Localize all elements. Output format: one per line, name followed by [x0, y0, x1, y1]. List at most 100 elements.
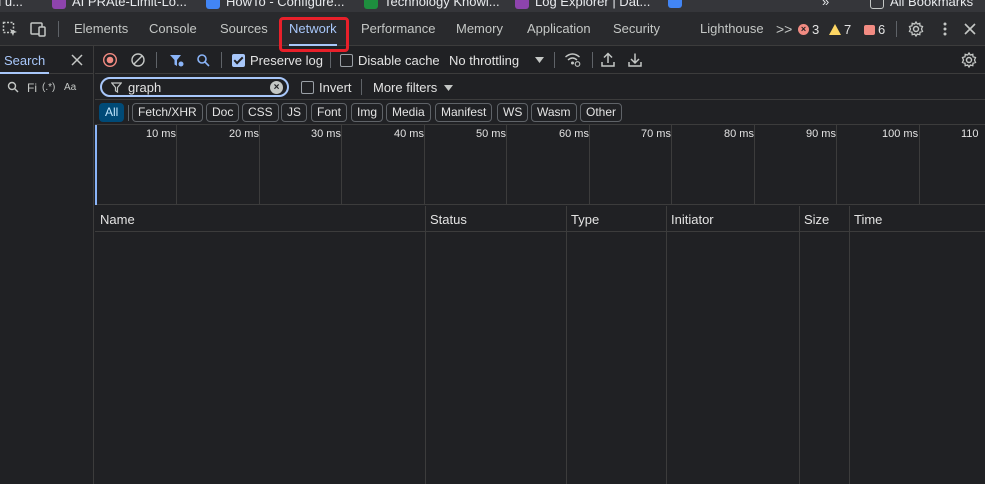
type-filter-media[interactable]: Media — [386, 103, 431, 122]
filter-input-box[interactable]: graph × — [100, 77, 289, 97]
column-header-size[interactable]: Size — [804, 212, 829, 227]
tab-memory[interactable]: Memory — [456, 12, 503, 46]
warning-count-badge[interactable]: 7 — [829, 22, 851, 37]
type-filter-fetch-xhr[interactable]: Fetch/XHR — [132, 103, 203, 122]
throttling-select[interactable]: No throttling — [449, 53, 519, 68]
column-divider[interactable] — [849, 206, 850, 484]
preserve-log-checkbox[interactable] — [232, 54, 245, 67]
column-header-type[interactable]: Type — [571, 212, 599, 227]
tab-application[interactable]: Application — [527, 12, 591, 46]
column-header-name[interactable]: Name — [100, 212, 135, 227]
settings-gear-icon[interactable] — [908, 21, 924, 37]
issues-count-badge[interactable]: 6 — [864, 22, 885, 37]
error-count-badge[interactable]: × 3 — [798, 22, 819, 37]
bookmark-item[interactable] — [668, 0, 682, 8]
bookmark-item[interactable]: AI PRAte-Limit-Lo... — [52, 0, 187, 9]
search-input[interactable]: Fi — [27, 81, 37, 95]
type-filter-other[interactable]: Other — [580, 103, 623, 122]
type-filter-doc[interactable]: Doc — [206, 103, 240, 122]
search-input-row: Fi (.*) Aa — [0, 74, 93, 102]
timeline-tick-label: 50 ms — [476, 128, 506, 140]
more-tabs-button[interactable]: >> — [776, 12, 792, 46]
error-icon: × — [798, 24, 809, 35]
column-divider[interactable] — [666, 206, 667, 484]
timeline-overview[interactable]: 10 ms 20 ms 30 ms 40 ms 50 ms 60 ms 70 m… — [95, 125, 985, 205]
type-filter-js[interactable]: JS — [281, 103, 308, 122]
bookmark-item[interactable]: Technology Knowl... — [364, 0, 500, 9]
chevron-down-icon[interactable] — [444, 85, 453, 91]
invert-label[interactable]: Invert — [319, 80, 352, 95]
bookmark-item[interactable]: HowTo - Configure... — [206, 0, 345, 9]
timeline-tick-label: 10 ms — [146, 128, 176, 140]
tab-elements[interactable]: Elements — [74, 12, 128, 46]
search-drawer: Search Fi (.*) Aa — [0, 46, 94, 484]
column-header-time[interactable]: Time — [854, 212, 882, 227]
timeline-gridline — [341, 125, 342, 205]
timeline-gridline — [671, 125, 672, 205]
filter-input[interactable]: graph — [128, 80, 161, 95]
preserve-log-label[interactable]: Preserve log — [250, 53, 323, 68]
type-filter-img[interactable]: Img — [351, 103, 384, 122]
match-case-toggle[interactable]: Aa — [64, 82, 76, 93]
more-filters-dropdown[interactable]: More filters — [373, 80, 437, 95]
type-filter-ws[interactable]: WS — [497, 103, 529, 122]
disable-cache-checkbox[interactable] — [340, 54, 353, 67]
clear-filter-icon[interactable]: × — [270, 81, 283, 94]
type-filter-font[interactable]: Font — [311, 103, 348, 122]
bookmark-item[interactable]: Log Explorer | Dat... — [515, 0, 650, 9]
search-icon[interactable] — [196, 53, 210, 67]
clear-log-icon[interactable] — [131, 53, 145, 67]
tab-console[interactable]: Console — [149, 12, 197, 46]
more-options-icon[interactable] — [937, 21, 953, 37]
disable-cache-label[interactable]: Disable cache — [358, 53, 440, 68]
timeline-tick-label: 100 ms — [882, 128, 919, 140]
divider — [330, 52, 331, 68]
type-filter-wasm[interactable]: Wasm — [531, 103, 577, 122]
import-har-icon[interactable] — [601, 52, 615, 67]
column-divider[interactable] — [566, 206, 567, 484]
timeline-tick-label: 70 ms — [641, 128, 671, 140]
folder-icon — [870, 0, 884, 9]
tab-security[interactable]: Security — [613, 12, 660, 46]
column-divider[interactable] — [425, 206, 426, 484]
device-toolbar-icon[interactable] — [30, 21, 46, 37]
tab-performance[interactable]: Performance — [361, 12, 435, 46]
bookmarks-overflow-button[interactable]: » — [822, 0, 829, 9]
invert-checkbox[interactable] — [301, 81, 314, 94]
timeline-gridline — [259, 125, 260, 205]
issues-icon — [864, 24, 875, 35]
tab-sources[interactable]: Sources — [220, 12, 268, 46]
type-filter-all[interactable]: All — [99, 103, 125, 122]
close-devtools-icon[interactable] — [962, 21, 978, 37]
tab-lighthouse[interactable]: Lighthouse — [700, 12, 764, 46]
timeline-tick-label: 30 ms — [311, 128, 341, 140]
chevron-down-icon[interactable] — [535, 57, 544, 63]
warning-icon — [829, 24, 841, 35]
type-filter-css[interactable]: CSS — [242, 103, 279, 122]
timeline-gridline — [754, 125, 755, 205]
table-header: Name Status Type Initiator Size Time — [95, 206, 985, 232]
network-settings-gear-icon[interactable] — [961, 52, 977, 68]
timeline-gridline — [589, 125, 590, 205]
close-search-icon[interactable] — [70, 53, 84, 67]
divider — [896, 21, 897, 37]
record-stop-icon[interactable] — [103, 53, 117, 67]
network-conditions-icon[interactable] — [564, 52, 581, 67]
column-divider[interactable] — [799, 206, 800, 484]
bookmark-item[interactable]: d u... — [0, 0, 23, 9]
divider — [361, 79, 362, 95]
bookmark-favicon-icon — [52, 0, 66, 9]
resource-type-filters: All Fetch/XHR Doc CSS JS Font Img Media … — [95, 100, 985, 125]
export-har-icon[interactable] — [628, 52, 642, 67]
regex-toggle[interactable]: (.*) — [42, 82, 55, 93]
search-drawer-title[interactable]: Search — [0, 53, 50, 74]
timeline-tick-label: 20 ms — [229, 128, 259, 140]
column-header-status[interactable]: Status — [430, 212, 467, 227]
type-filter-manifest[interactable]: Manifest — [435, 103, 493, 122]
divider — [554, 52, 555, 68]
all-bookmarks-button[interactable]: All Bookmarks — [870, 0, 973, 9]
inspect-element-icon[interactable] — [2, 21, 18, 37]
column-header-initiator[interactable]: Initiator — [671, 212, 714, 227]
bookmark-favicon-icon — [206, 0, 220, 9]
filter-icon[interactable] — [169, 53, 184, 68]
